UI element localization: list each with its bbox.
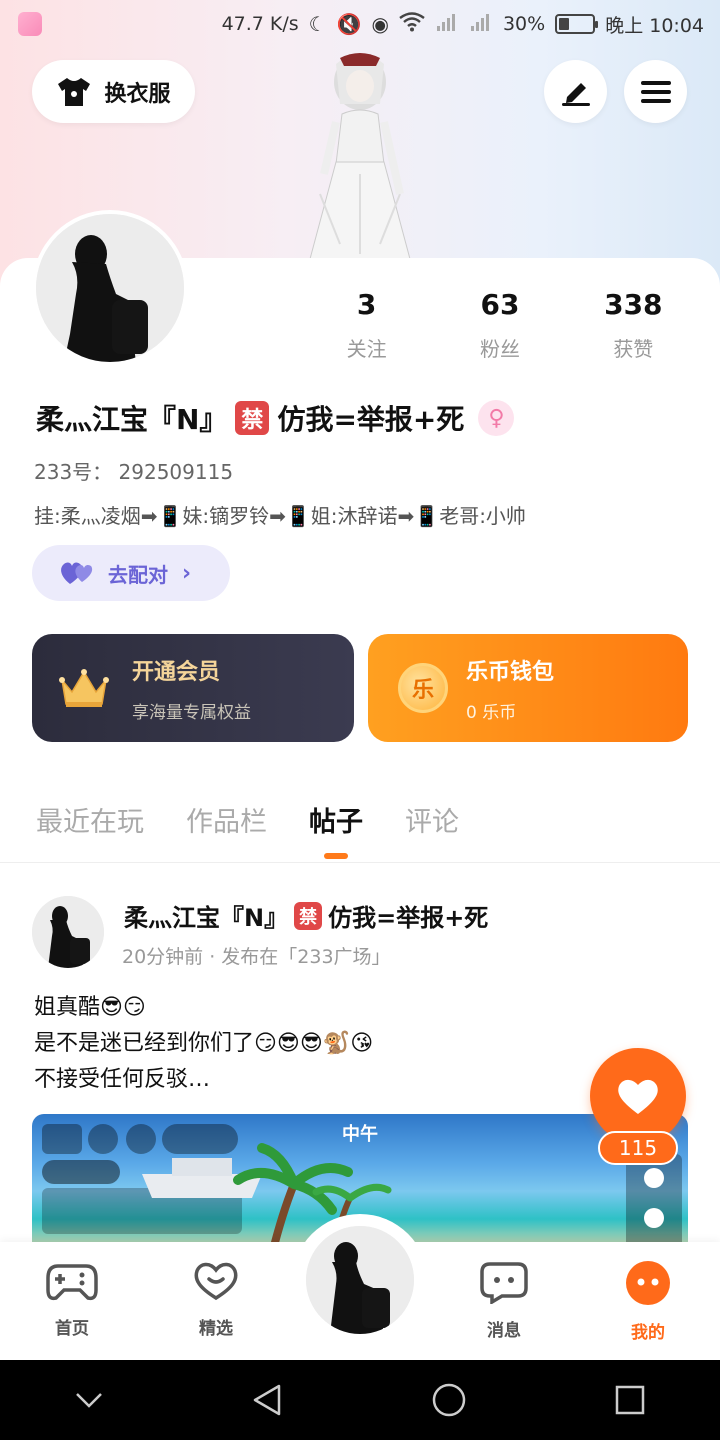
battery-icon [555,14,599,34]
tshirt-icon [58,77,91,106]
stat-label: 获赞 [613,337,654,361]
nav-messages[interactable]: 消息 [459,1260,549,1341]
net-speed: 47.7 K/s [221,13,299,35]
post-author-name-suffix: 仿我=举报+死 [328,904,489,932]
ban-badge: 禁 [235,401,270,435]
wallet-title: 乐币钱包 [466,659,555,685]
silhouette-avatar-image [36,214,184,362]
vip-subtitle: 享海量专属权益 [132,702,251,723]
menu-button[interactable] [624,60,687,123]
double-heart-icon [61,562,93,584]
system-navigation-bar [0,1360,720,1440]
change-outfit-label: 换衣服 [104,81,171,107]
signal-icon-2 [469,12,493,37]
moon-icon: ☾ [308,12,327,36]
chevron-right-icon: › [182,560,192,586]
post-author-avatar[interactable] [32,896,104,968]
gamepad-icon [46,1264,98,1301]
nav-me[interactable]: 我的 [603,1260,693,1343]
go-match-button[interactable]: 去配对 › [32,545,230,601]
post-image-label: 中午 [342,1124,378,1145]
stat-value: 63 [480,288,520,321]
stat-followers[interactable]: 63 粉丝 [433,288,566,362]
recents-square-icon[interactable] [614,1384,646,1416]
post-author-name[interactable]: 柔灬江宝『N』 禁 仿我=举报+死 [124,898,488,933]
post-meta: 20分钟前 · 发布在「233广场」 [122,946,391,968]
go-match-label: 去配对 [108,562,168,587]
crown-icon [59,669,109,707]
eye-icon: ◉ [371,12,389,36]
stat-label: 关注 [346,337,387,361]
silhouette-avatar-image [32,896,104,968]
wifi-icon [399,11,425,37]
home-circle-icon[interactable] [431,1382,467,1418]
profile-bio: 挂:柔灬凌烟➡📱妹:镝罗铃➡📱姐:沐辞诺➡📱老哥:小帅 [34,504,526,528]
mute-icon: 🔇 [336,12,362,36]
coin-wallet-card[interactable]: 乐 乐币钱包 0 乐币 [368,634,688,742]
username-text: 柔灬江宝『N』 [36,403,228,436]
female-gender-icon: ♀ [478,400,515,436]
stat-value: 3 [356,288,377,321]
user-id: 233号： 292509115 [34,460,234,484]
profile-tabs: 最近在玩 作品栏 帖子 评论 [36,800,459,839]
profile-stats: 3 关注 63 粉丝 338 获赞 [300,288,700,362]
collapse-chevron-icon[interactable] [74,1390,104,1410]
clock: 晚上 10:04 [605,14,704,37]
status-bar: 47.7 K/s ☾ 🔇 ◉ 30% 晚上 10:04 [0,0,720,48]
tab-works[interactable]: 作品栏 [186,800,267,839]
vip-title: 开通会员 [132,659,221,685]
username: 柔灬江宝『N』 禁 仿我=举报+死 ♀ [36,398,515,438]
username-suffix: 仿我=举报+死 [277,403,465,436]
post-body[interactable]: 姐真酷😎😏 是不是迷已经到你们了😏😎😎🐒😘 不接受任何反驳… [34,990,373,1098]
post-line: 不接受任何反驳… [34,1067,211,1092]
tab-comments[interactable]: 评论 [405,800,459,839]
hamburger-icon [640,80,671,103]
vip-membership-card[interactable]: 开通会员 享海量专属权益 [32,634,354,742]
nav-featured-label: 精选 [199,1319,233,1339]
nav-home-label: 首页 [55,1319,89,1339]
back-icon[interactable] [251,1383,283,1417]
like-count: 115 [598,1131,678,1165]
coin-icon: 乐 [398,663,448,713]
avatar-character-illustration [309,53,411,260]
nav-avatar-center[interactable] [292,1214,428,1340]
chat-bubble-icon [480,1262,528,1306]
wallet-balance: 0 乐币 [466,702,517,723]
edit-profile-button[interactable] [544,60,607,123]
nav-home[interactable]: 首页 [27,1260,117,1339]
nav-messages-label: 消息 [487,1321,521,1341]
post-author-name-text: 柔灬江宝『N』 [124,904,289,932]
heart-icon [618,1079,658,1114]
stat-following[interactable]: 3 关注 [300,288,433,362]
smile-face-icon [626,1261,670,1305]
app-notification-icon [18,12,42,36]
change-outfit-button[interactable]: 换衣服 [32,60,195,123]
tab-posts[interactable]: 帖子 [309,800,363,839]
nav-featured[interactable]: 精选 [171,1260,261,1339]
tab-recently-played[interactable]: 最近在玩 [36,800,144,839]
stat-value: 338 [604,288,663,321]
pencil-icon [561,82,590,106]
stat-label: 粉丝 [479,337,520,361]
ban-badge: 禁 [294,901,323,930]
stat-likes[interactable]: 338 获赞 [567,288,700,362]
nav-avatar [306,1226,414,1334]
silhouette-avatar-image [306,1226,414,1334]
post-line: 是不是迷已经到你们了😏😎😎🐒😘 [34,1031,374,1056]
battery-percent: 30% [502,13,546,35]
battery-fill [559,18,569,30]
nav-me-label: 我的 [631,1323,665,1343]
signal-icon-1 [435,12,459,37]
tabs-divider [0,862,720,863]
post-line: 姐真酷😎😏 [34,995,146,1020]
like-button[interactable] [590,1048,686,1144]
profile-avatar[interactable] [32,210,188,366]
heart-outline-icon [194,1262,238,1301]
